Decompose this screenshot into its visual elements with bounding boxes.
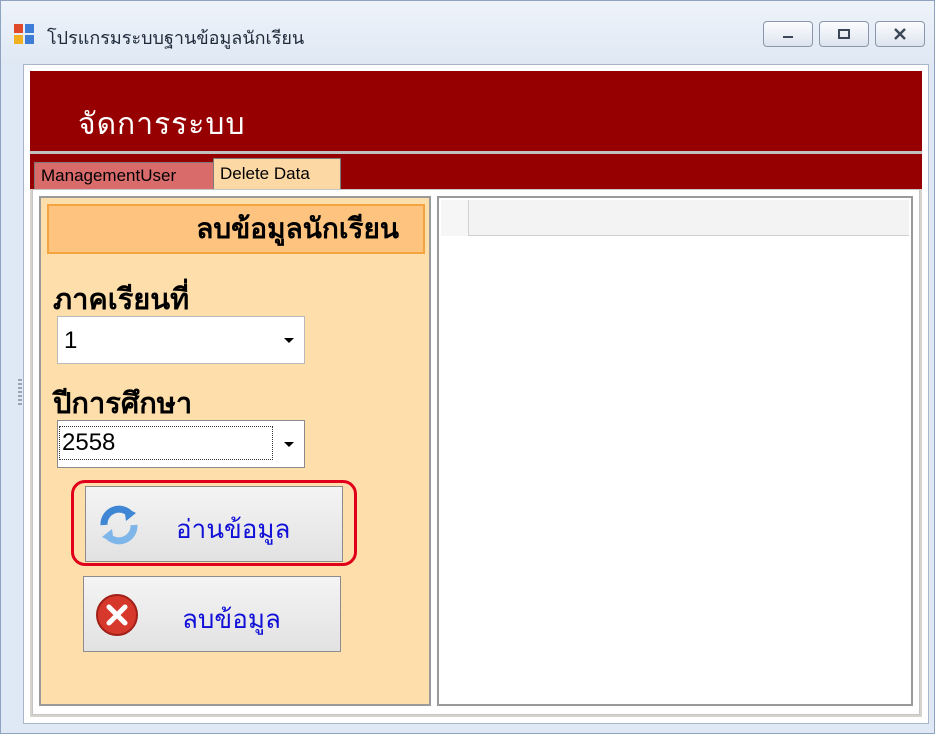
tab-label: ManagementUser	[41, 166, 177, 185]
title-bar: โปรแกรมระบบฐานข้อมูลนักเรียน	[1, 1, 934, 65]
tab-management-user[interactable]: ManagementUser	[34, 162, 214, 189]
term-value: 1	[64, 327, 78, 354]
refresh-icon	[100, 505, 138, 545]
client-area: จัดการระบบ ManagementUser Delete Data ลบ…	[23, 64, 929, 724]
delete-x-icon	[96, 594, 138, 636]
grid-header-row	[441, 200, 909, 236]
close-icon	[894, 28, 906, 40]
minimize-button[interactable]	[763, 21, 813, 47]
student-data-grid[interactable]	[437, 196, 913, 706]
resize-grip[interactable]	[18, 379, 22, 405]
maximize-icon	[838, 29, 850, 39]
read-data-button[interactable]: อ่านข้อมูล	[85, 486, 343, 562]
tab-strip: ManagementUser Delete Data	[30, 154, 922, 189]
app-icon	[14, 24, 34, 44]
delete-button-label: ลบข้อมูล	[182, 605, 281, 635]
maximize-button[interactable]	[819, 21, 869, 47]
delete-panel: ลบข้อมูลนักเรียน ภาคเรียนที่ 1 ปีการศึกษ…	[39, 196, 431, 706]
minimize-icon	[783, 36, 793, 38]
delete-data-button[interactable]: ลบข้อมูล	[83, 576, 341, 652]
read-button-label: อ่านข้อมูล	[176, 515, 291, 545]
year-select[interactable]: 2558	[57, 420, 305, 468]
window-title: โปรแกรมระบบฐานข้อมูลนักเรียน	[47, 28, 305, 49]
panel-title: ลบข้อมูลนักเรียน	[47, 204, 425, 254]
grid-corner-cell[interactable]	[441, 200, 469, 236]
tab-label: Delete Data	[220, 164, 310, 183]
form-body: จัดการระบบ ManagementUser Delete Data ลบ…	[30, 71, 922, 717]
header-banner: จัดการระบบ	[30, 71, 922, 151]
dropdown-arrow-icon[interactable]	[284, 338, 294, 343]
header-title: จัดการระบบ	[78, 107, 246, 142]
close-button[interactable]	[875, 21, 925, 47]
dropdown-arrow-icon[interactable]	[284, 442, 294, 447]
app-window: โปรแกรมระบบฐานข้อมูลนักเรียน จัดการระบบ	[0, 0, 935, 734]
year-value: 2558	[59, 426, 273, 460]
tab-delete-data[interactable]: Delete Data	[213, 158, 341, 189]
term-select[interactable]: 1	[57, 316, 305, 364]
delete-data-page: ลบข้อมูลนักเรียน ภาคเรียนที่ 1 ปีการศึกษ…	[32, 189, 920, 715]
